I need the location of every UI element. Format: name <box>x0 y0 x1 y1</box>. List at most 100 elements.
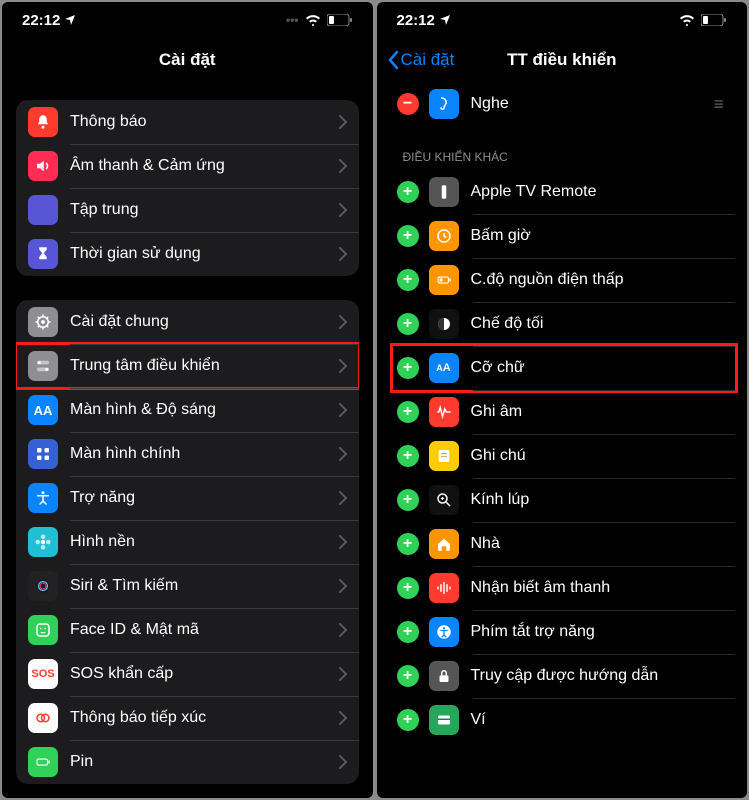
chevron-right-icon <box>339 315 347 329</box>
back-label: Cài đặt <box>401 50 455 70</box>
add-button[interactable]: + <box>397 313 419 335</box>
settings-row-speaker[interactable]: Âm thanh & Cảm ứng <box>16 144 359 188</box>
control-label: Nhà <box>471 535 732 553</box>
signal-icon: ••• <box>286 13 299 27</box>
settings-row-aa[interactable]: AA Màn hình & Độ sáng <box>16 388 359 432</box>
more-controls-header: ĐIỀU KHIỂN KHÁC <box>403 150 736 164</box>
add-button[interactable]: + <box>397 665 419 687</box>
settings-row-moon[interactable]: Tập trung <box>16 188 359 232</box>
battery-icon <box>327 14 353 26</box>
access-icon <box>28 483 58 513</box>
control-label: C.độ nguồn điện thấp <box>471 271 732 289</box>
control-row-ear: − Nghe ≡ <box>393 82 736 126</box>
control-row-clock: + Bấm giờ <box>393 214 736 258</box>
chevron-right-icon <box>339 623 347 637</box>
remove-button[interactable]: − <box>397 93 419 115</box>
control-label: Ghi âm <box>471 403 732 421</box>
page-title: Cài đặt <box>159 50 216 70</box>
settings-row-flower[interactable]: Hình nền <box>16 520 359 564</box>
settings-row-switches[interactable]: Trung tâm điều khiển <box>16 344 359 388</box>
control-row-remote: + Apple TV Remote <box>393 170 736 214</box>
row-label: Tập trung <box>70 201 339 219</box>
grid-icon <box>28 439 58 469</box>
flower-icon <box>28 527 58 557</box>
add-button[interactable]: + <box>397 533 419 555</box>
ear-icon <box>429 89 459 119</box>
control-row-access2: + Phím tắt trợ năng <box>393 610 736 654</box>
bell-icon <box>28 107 58 137</box>
row-label: Trung tâm điều khiển <box>70 357 339 375</box>
row-label: Màn hình & Độ sáng <box>70 401 339 419</box>
control-row-soundwave: + Nhận biết âm thanh <box>393 566 736 610</box>
chevron-right-icon <box>339 711 347 725</box>
darkmode-icon <box>429 309 459 339</box>
control-row-wallet: + Ví <box>393 698 736 742</box>
settings-content[interactable]: Thông báo Âm thanh & Cảm ứng Tập trung T… <box>2 82 373 798</box>
row-label: Siri & Tìm kiếm <box>70 577 339 595</box>
add-button[interactable]: + <box>397 709 419 731</box>
home-icon <box>429 529 459 559</box>
moon-icon <box>28 195 58 225</box>
row-label: Thời gian sử dụng <box>70 245 339 263</box>
nav-bar: Cài đặt <box>2 38 373 82</box>
soundwave-icon <box>429 573 459 603</box>
settings-row-bell[interactable]: Thông báo <box>16 100 359 144</box>
more-controls: + Apple TV Remote + Bấm giờ + C.độ nguồn… <box>389 170 736 742</box>
chevron-right-icon <box>339 491 347 505</box>
add-button[interactable]: + <box>397 445 419 467</box>
control-label: Truy cập được hướng dẫn <box>471 667 732 685</box>
settings-row-siri[interactable]: Siri & Tìm kiếm <box>16 564 359 608</box>
row-label: SOS khẩn cấp <box>70 665 339 683</box>
add-button[interactable]: + <box>397 489 419 511</box>
add-button[interactable]: + <box>397 225 419 247</box>
settings-row-exposure[interactable]: Thông báo tiếp xúc <box>16 696 359 740</box>
chevron-right-icon <box>339 159 347 173</box>
magnify-icon <box>429 485 459 515</box>
chevron-right-icon <box>339 403 347 417</box>
add-button[interactable]: + <box>397 357 419 379</box>
row-label: Trợ năng <box>70 489 339 507</box>
control-center-content[interactable]: − Nghe ≡ ĐIỀU KHIỂN KHÁC + Apple TV Remo… <box>377 82 748 742</box>
control-label: Cỡ chữ <box>471 359 732 377</box>
remote-icon <box>429 177 459 207</box>
chevron-right-icon <box>339 115 347 129</box>
reorder-handle-icon[interactable]: ≡ <box>713 94 731 115</box>
chevron-right-icon <box>339 447 347 461</box>
wave-icon <box>429 397 459 427</box>
status-bar: 22:12 <box>377 2 748 38</box>
settings-row-hourglass[interactable]: Thời gian sử dụng <box>16 232 359 276</box>
control-row-battlow: + C.độ nguồn điện thấp <box>393 258 736 302</box>
location-icon <box>64 14 76 26</box>
row-label: Hình nền <box>70 533 339 551</box>
add-button[interactable]: + <box>397 621 419 643</box>
add-button[interactable]: + <box>397 181 419 203</box>
wifi-icon <box>679 14 695 26</box>
control-row-darkmode: + Chế độ tối <box>393 302 736 346</box>
page-title: TT điều khiển <box>507 50 617 70</box>
control-row-magnify: + Kính lúp <box>393 478 736 522</box>
control-label: Kính lúp <box>471 491 732 509</box>
add-button[interactable]: + <box>397 577 419 599</box>
nav-bar: Cài đặt TT điều khiển <box>377 38 748 82</box>
chevron-right-icon <box>339 535 347 549</box>
settings-group-2: Cài đặt chung Trung tâm điều khiển AA Mà… <box>16 300 359 784</box>
hourglass-icon <box>28 239 58 269</box>
settings-row-gear[interactable]: Cài đặt chung <box>16 300 359 344</box>
add-button[interactable]: + <box>397 401 419 423</box>
chevron-right-icon <box>339 579 347 593</box>
settings-row-battery[interactable]: Pin <box>16 740 359 784</box>
back-button[interactable]: Cài đặt <box>387 50 455 70</box>
battery-icon <box>701 14 727 26</box>
battery-icon <box>28 747 58 777</box>
add-button[interactable]: + <box>397 269 419 291</box>
gear-icon <box>28 307 58 337</box>
settings-row-sos[interactable]: SOS SOS khẩn cấp <box>16 652 359 696</box>
row-label: Màn hình chính <box>70 445 339 463</box>
settings-row-access[interactable]: Trợ năng <box>16 476 359 520</box>
control-row-note: + Ghi chú <box>393 434 736 478</box>
included-controls: − Nghe ≡ <box>389 82 736 126</box>
settings-row-grid[interactable]: Màn hình chính <box>16 432 359 476</box>
control-label: Bấm giờ <box>471 227 732 245</box>
battlow-icon <box>429 265 459 295</box>
settings-row-faceid[interactable]: Face ID & Mật mã <box>16 608 359 652</box>
